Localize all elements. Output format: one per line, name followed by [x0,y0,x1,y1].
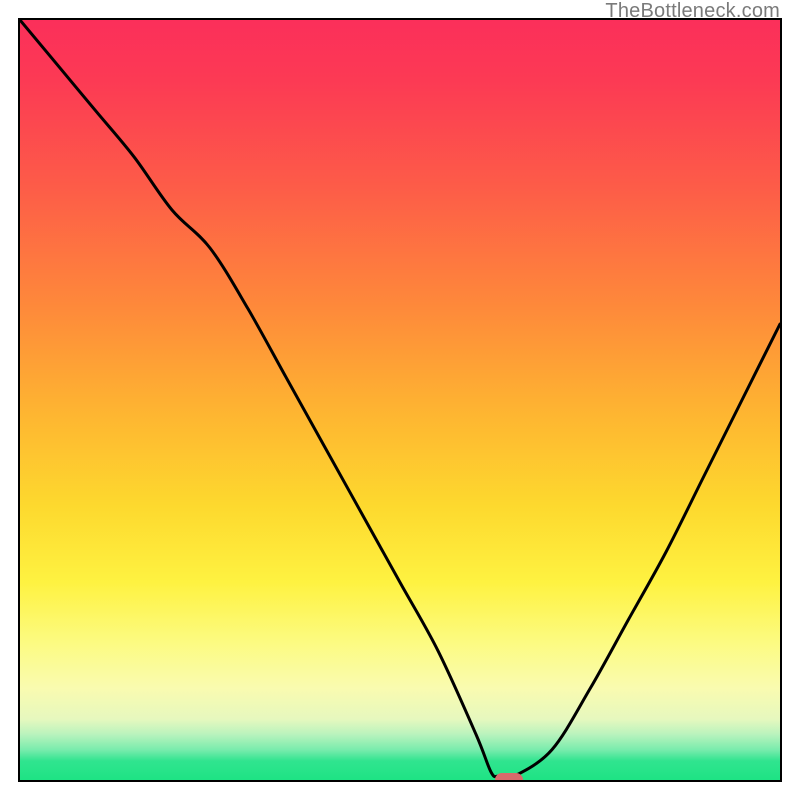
optimal-point-marker [495,773,523,782]
plot-area [18,18,782,782]
bottleneck-curve [20,20,780,780]
chart-container: TheBottleneck.com [0,0,800,800]
